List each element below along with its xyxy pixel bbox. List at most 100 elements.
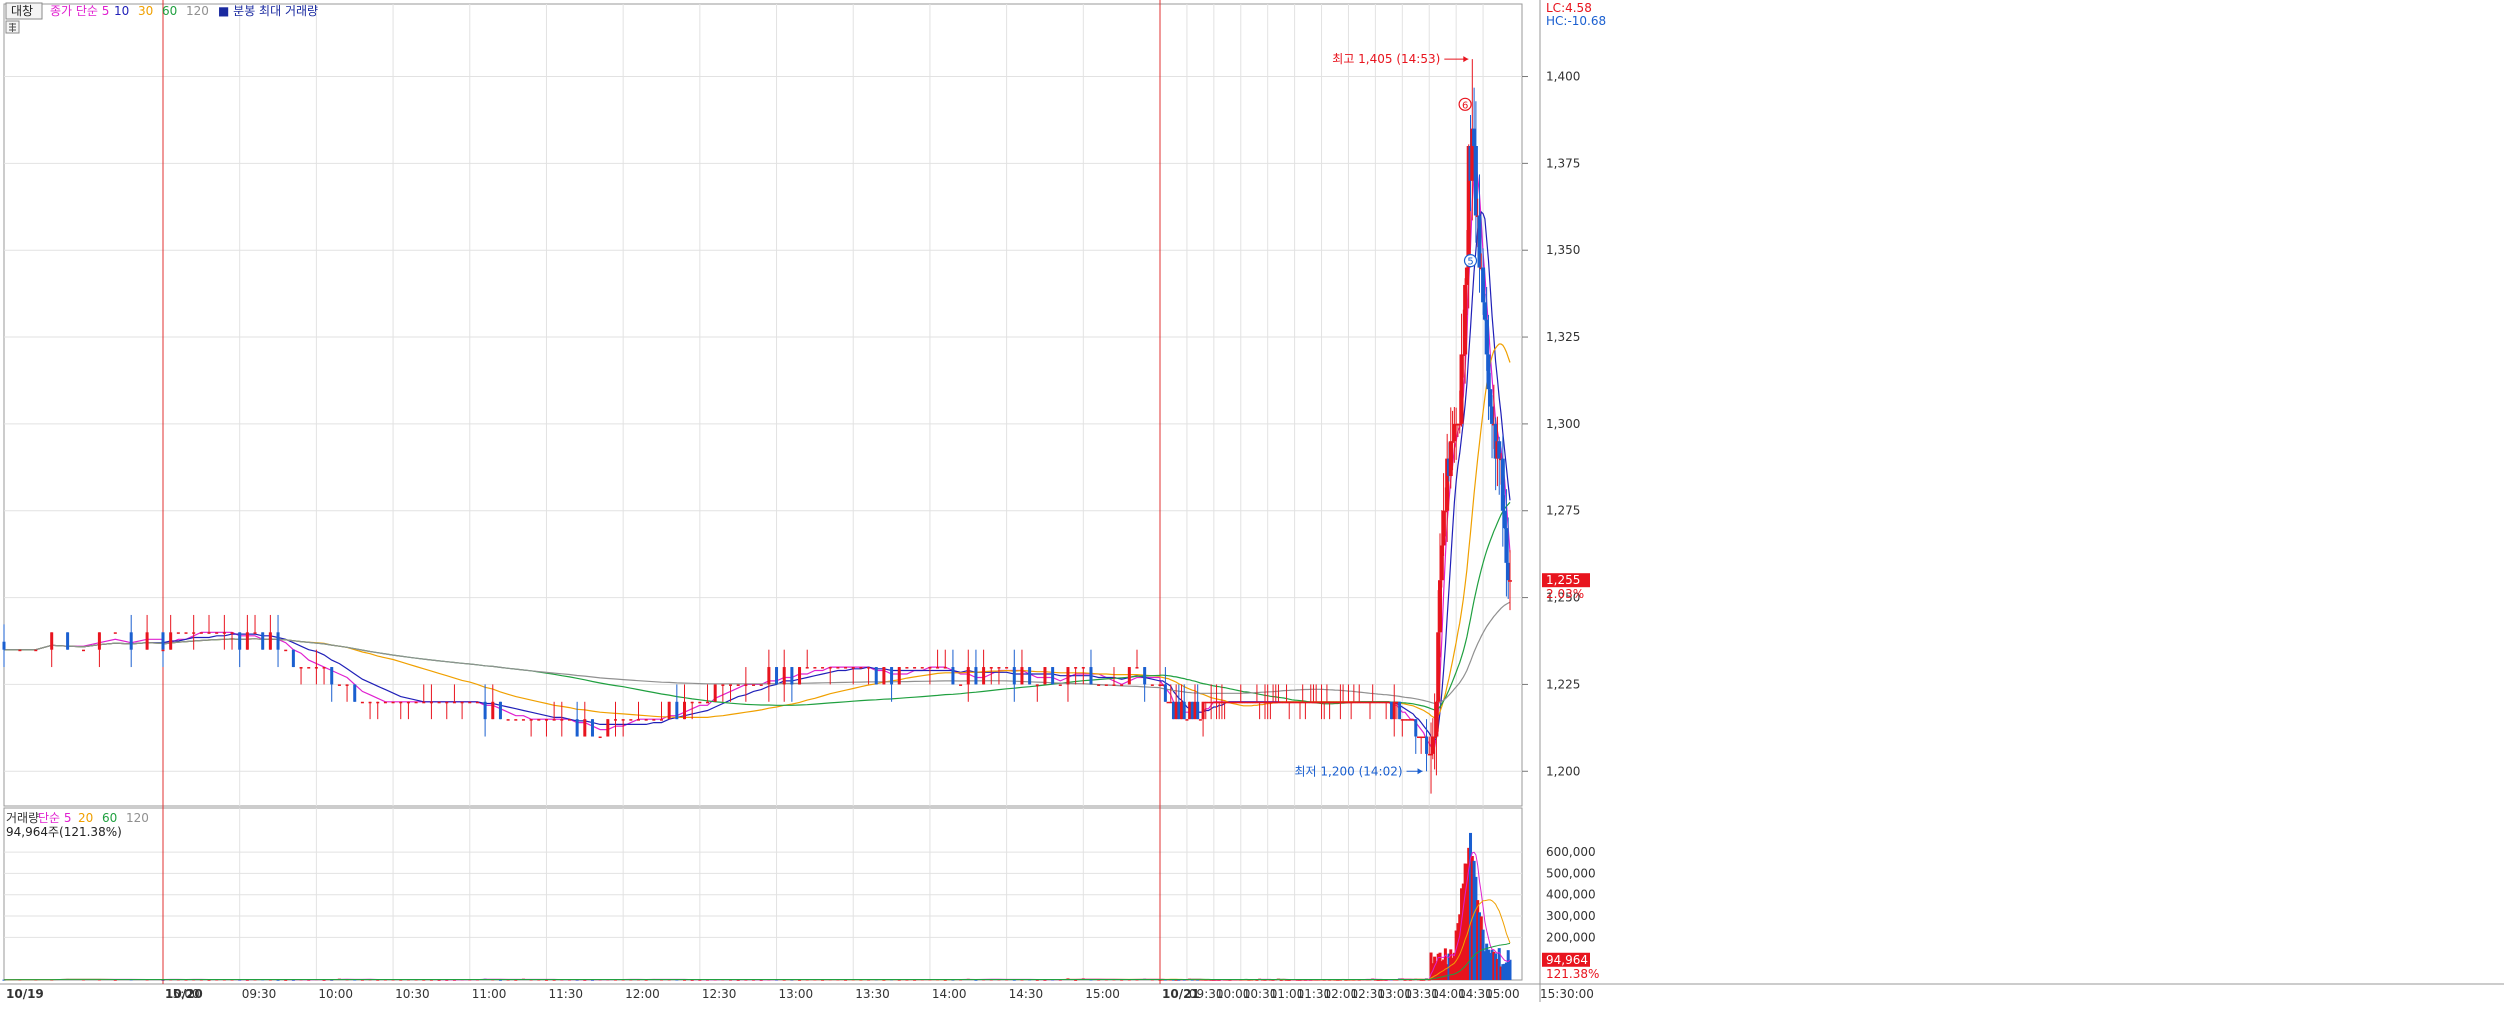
candle-body xyxy=(1384,701,1388,704)
candle-body xyxy=(805,667,809,669)
candle-body xyxy=(1344,701,1348,704)
current-price-pct: 2.03% xyxy=(1546,587,1584,601)
candle-body xyxy=(129,632,133,650)
price-tick-label: 1,375 xyxy=(1546,156,1580,170)
candle-body xyxy=(1212,701,1216,704)
candle-body xyxy=(1166,701,1170,704)
candle-body xyxy=(951,667,955,685)
candle-body xyxy=(1320,701,1324,704)
candle-body xyxy=(1051,667,1055,685)
candle-body xyxy=(1295,701,1299,704)
candle-body xyxy=(18,649,22,652)
time-tick-label: 15:00 xyxy=(1085,987,1120,1001)
candle-body xyxy=(1204,701,1208,704)
price-legend-item: 120 xyxy=(186,4,209,18)
candle-body xyxy=(1225,701,1229,704)
candle-body xyxy=(1266,701,1270,704)
candle-body xyxy=(1419,736,1423,739)
candle-body xyxy=(1258,701,1262,704)
candle-body xyxy=(1127,667,1131,685)
candle-body xyxy=(1287,701,1291,704)
candle-body xyxy=(1268,701,1272,704)
candle-body xyxy=(1074,667,1078,669)
candle-body xyxy=(821,667,825,669)
candle-body xyxy=(222,632,226,634)
candle-body xyxy=(1228,701,1232,704)
candle-body xyxy=(1177,701,1181,720)
candle-body xyxy=(307,667,311,669)
candle-body xyxy=(1180,701,1184,720)
candle-body xyxy=(1163,684,1167,702)
candle-body xyxy=(1365,701,1369,704)
candle-body xyxy=(50,632,54,650)
candle-body xyxy=(828,667,832,669)
candle-body xyxy=(1276,701,1280,704)
candle-body xyxy=(245,632,249,650)
candle-body xyxy=(1028,667,1032,685)
candle-body xyxy=(1174,701,1178,720)
candle-body xyxy=(966,667,970,685)
price-tick-label: 1,325 xyxy=(1546,330,1580,344)
candle-body xyxy=(1408,719,1412,721)
candle-body xyxy=(238,632,242,650)
candle-body xyxy=(1508,580,1512,582)
candle-body xyxy=(729,684,733,686)
candle-body xyxy=(683,701,687,720)
candle-body xyxy=(1020,667,1024,685)
candle-body xyxy=(560,719,564,721)
candle-body xyxy=(406,701,410,704)
candle-body xyxy=(636,719,640,721)
time-tick-label: 13:30 xyxy=(855,987,890,1001)
candle-body xyxy=(1081,667,1085,669)
candle-body xyxy=(383,701,387,704)
time-tick-label: 11:30 xyxy=(548,987,583,1001)
candle-body xyxy=(736,684,740,686)
candle-body xyxy=(1209,701,1213,704)
candle-body xyxy=(598,736,602,739)
candle-body xyxy=(652,719,656,721)
candle-body xyxy=(1414,719,1418,737)
candle-body xyxy=(207,632,211,634)
candle-body xyxy=(844,667,848,669)
candle-body xyxy=(1376,701,1380,704)
candle-body xyxy=(913,667,917,669)
candle-body xyxy=(1371,701,1375,704)
candle-body xyxy=(1422,736,1426,739)
candle-body xyxy=(1158,684,1162,686)
price-tick-label: 1,225 xyxy=(1546,677,1580,691)
candle-body xyxy=(299,667,303,669)
candle-body xyxy=(575,719,579,737)
candle-body xyxy=(506,719,510,721)
candle-body xyxy=(905,667,909,669)
price-legend-item: 종가 단순 5 xyxy=(50,4,109,18)
volume-legend-item: 60 xyxy=(102,811,117,825)
volume-tick-label: 500,000 xyxy=(1546,866,1596,880)
time-tick-label: 15:00 xyxy=(1485,987,1520,1001)
current-volume-pct: 121.38% xyxy=(1546,967,1599,981)
candle-body xyxy=(1349,701,1353,704)
signal-circle-label: 5 xyxy=(1467,257,1473,268)
candle-body xyxy=(491,701,495,720)
candle-body xyxy=(1198,719,1202,721)
candle-body xyxy=(1395,701,1399,704)
current-volume-label: 94,964 xyxy=(1546,953,1588,967)
candle-body xyxy=(1303,701,1307,704)
candle-body xyxy=(184,632,188,634)
candle-body xyxy=(1381,701,1385,704)
time-tick-label: 14:00 xyxy=(932,987,967,1001)
candle-body xyxy=(1352,701,1356,704)
volume-tick-label: 400,000 xyxy=(1546,888,1596,902)
candle-body xyxy=(337,684,341,686)
candle-body xyxy=(1368,701,1372,704)
candle-body xyxy=(583,719,587,737)
candle-body xyxy=(1336,701,1340,704)
candle-body xyxy=(1314,701,1318,704)
candle-body xyxy=(1089,667,1093,685)
chart-window: 최고 1,405 (14:53) 최저 1,200 (14:02) 6 5 1,400… xyxy=(0,0,2504,1005)
candle-body xyxy=(452,701,456,704)
candle-body xyxy=(253,632,257,634)
chart-background xyxy=(0,0,2504,1005)
candle-body xyxy=(1274,701,1278,704)
candle-body xyxy=(1355,701,1359,704)
candle-body xyxy=(460,701,464,704)
